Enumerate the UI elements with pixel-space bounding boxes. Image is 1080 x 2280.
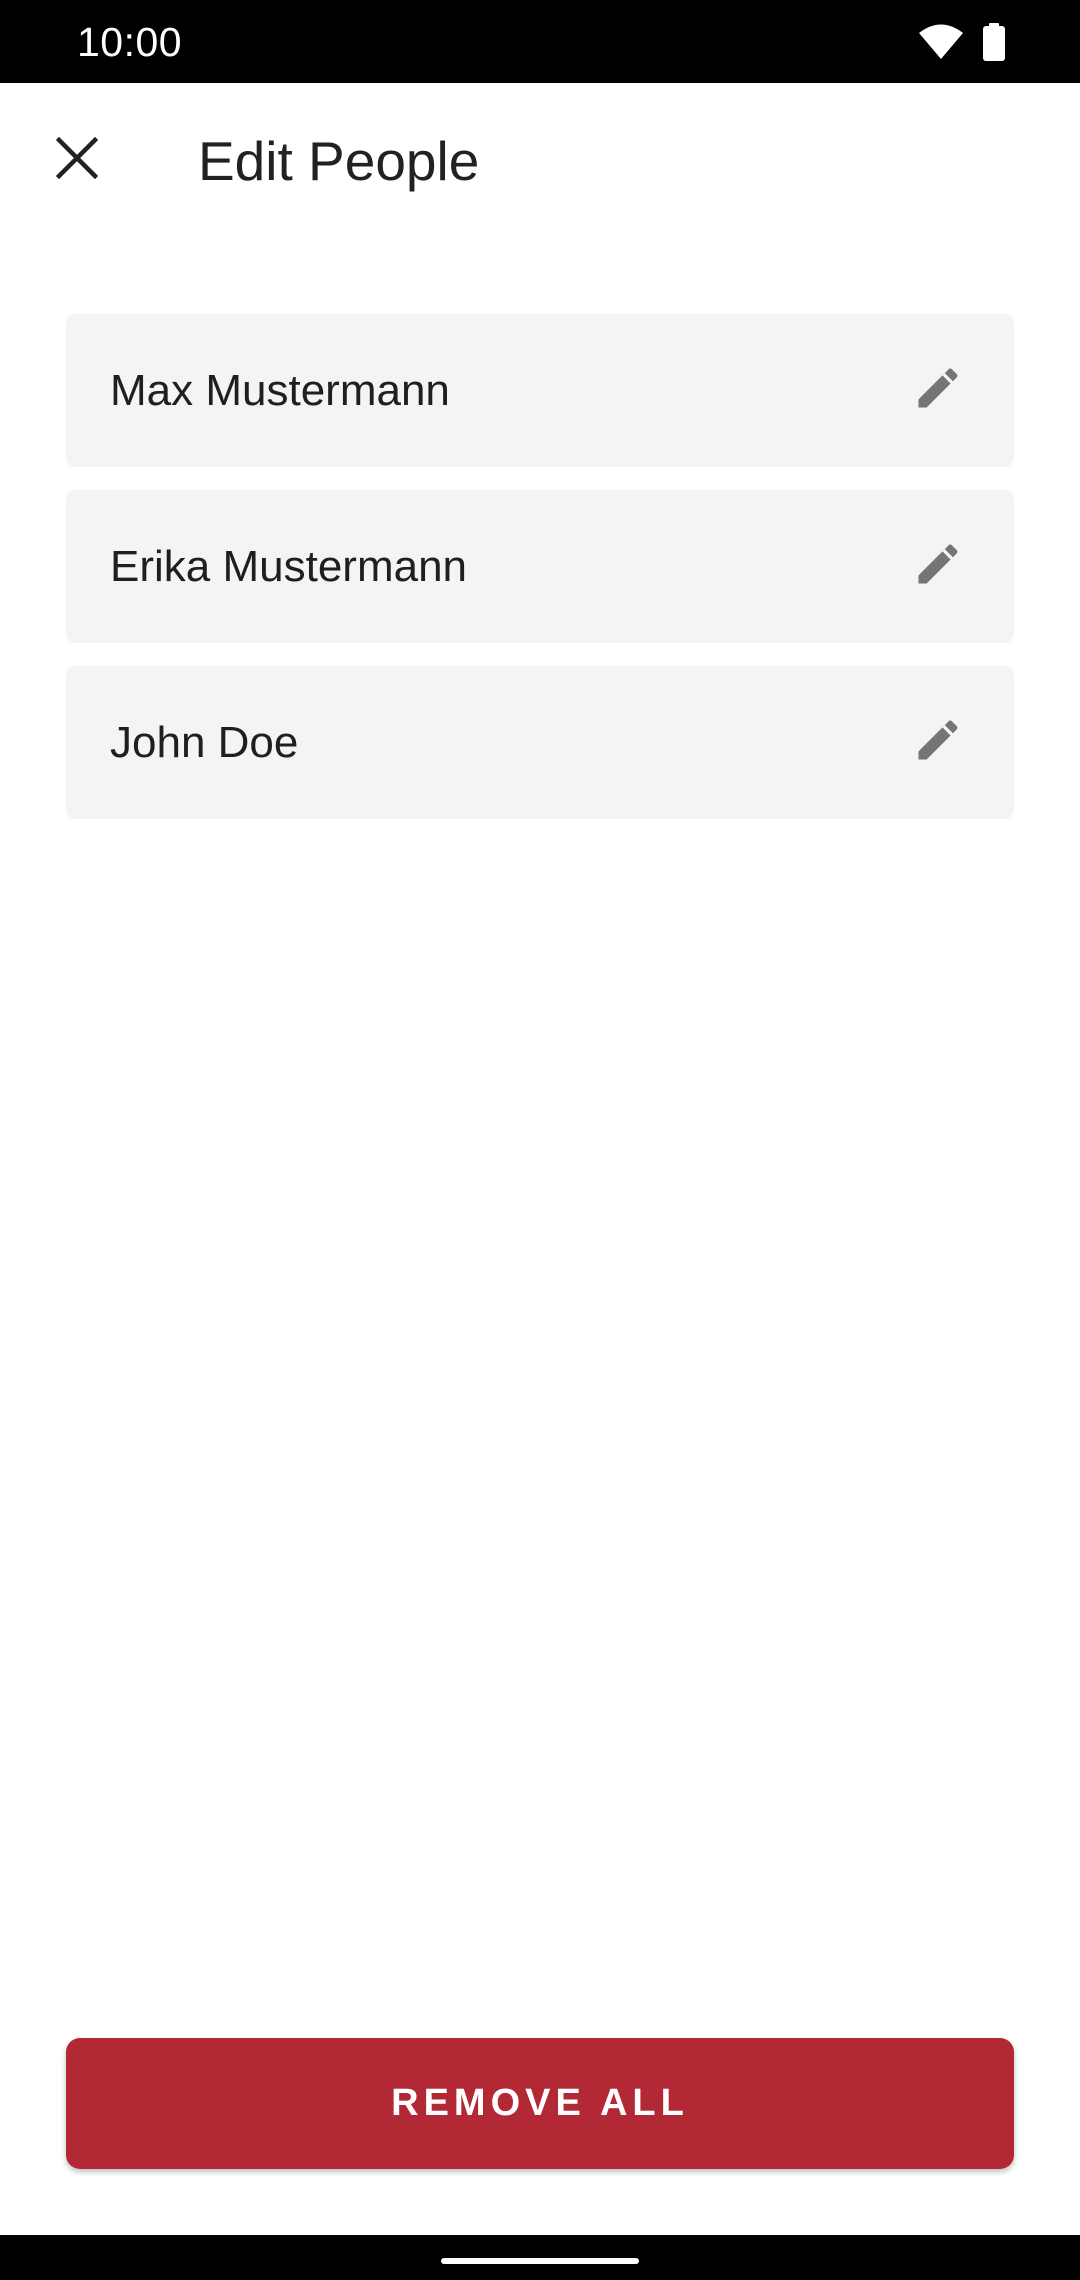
- person-name: Erika Mustermann: [110, 541, 468, 591]
- app-bar: Edit People: [0, 83, 1080, 243]
- person-name: Max Mustermann: [110, 365, 450, 415]
- wifi-icon: [919, 24, 963, 60]
- person-card-max-mustermann[interactable]: Max Mustermann: [66, 314, 1014, 467]
- pencil-icon: [912, 714, 964, 771]
- status-icons: [919, 22, 1005, 62]
- close-button[interactable]: [32, 115, 122, 205]
- status-time: 10:00: [77, 19, 183, 65]
- remove-all-button[interactable]: REMOVE ALL: [66, 2038, 1014, 2169]
- person-name: John Doe: [110, 717, 299, 767]
- navigation-bar: [0, 2235, 1080, 2280]
- person-card-erika-mustermann[interactable]: Erika Mustermann: [66, 490, 1014, 643]
- edit-person-button[interactable]: [898, 351, 978, 431]
- home-indicator[interactable]: [441, 2258, 639, 2264]
- person-card-john-doe[interactable]: John Doe: [66, 666, 1014, 819]
- edit-person-button[interactable]: [898, 703, 978, 783]
- pencil-icon: [912, 362, 964, 419]
- battery-icon: [983, 23, 1005, 61]
- close-icon: [55, 136, 99, 184]
- edit-person-button[interactable]: [898, 527, 978, 607]
- page-title: Edit People: [198, 130, 480, 192]
- status-bar: 10:00: [0, 0, 1080, 83]
- pencil-icon: [912, 538, 964, 595]
- people-list: Max Mustermann Erika Mustermann John Doe: [66, 314, 1014, 842]
